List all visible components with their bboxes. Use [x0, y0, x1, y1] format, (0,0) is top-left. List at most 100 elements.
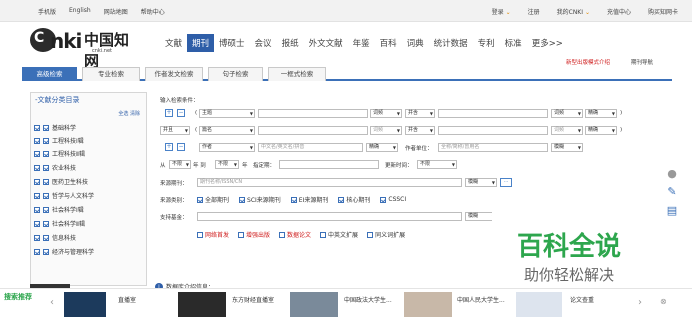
source-match-select[interactable]: 模糊 [465, 178, 497, 187]
author-select[interactable]: 作者 [199, 143, 255, 152]
buy-card-link[interactable]: 购买知网卡 [648, 7, 678, 16]
opt-enhanced[interactable]: 增强出版 [238, 230, 270, 239]
opt-synonym-ext[interactable]: 同义词扩展 [367, 230, 405, 239]
fund-input[interactable] [197, 212, 462, 221]
cat-item[interactable]: 经济与管理科学 [34, 247, 94, 256]
tab-advanced[interactable]: 高级检索 [22, 67, 77, 81]
nav-journal[interactable]: 期刊 [187, 34, 215, 52]
rec-item-3[interactable]: 中国政法大学生... [344, 297, 396, 305]
nav-thesis[interactable]: 博硕士 [214, 34, 250, 52]
cat-item[interactable]: 基础科学 [34, 123, 76, 132]
nav-more[interactable]: 更多>> [527, 34, 568, 52]
cat-item[interactable]: 社会科学Ⅰ辑 [34, 205, 84, 214]
select-clear-links[interactable]: 全选 清除 [118, 110, 140, 117]
opt-ei[interactable]: EI来源期刊 [290, 195, 328, 204]
baike-title: 百科全说 [517, 232, 622, 262]
year-to-select[interactable]: 不限 [215, 160, 239, 169]
keyword-input-2[interactable] [258, 126, 368, 135]
nav-foreign[interactable]: 外文文献 [304, 34, 348, 52]
mobile-link[interactable]: 手机版 [38, 7, 56, 16]
rec-item-1[interactable]: 直播室 [118, 297, 136, 305]
freq-select-2b[interactable]: 词频 [551, 126, 583, 135]
rec-thumb-4[interactable] [404, 292, 452, 317]
tab-one-box[interactable]: 一框式检索 [268, 67, 326, 81]
period-input[interactable] [279, 160, 379, 169]
new-mode-link[interactable]: 新型出版模式介绍 [566, 58, 610, 66]
freq-select-2[interactable]: 词频 [370, 126, 402, 135]
rec-thumb-2[interactable] [178, 292, 226, 317]
login-link[interactable]: 登录 ⌄ [492, 7, 511, 16]
rec-thumb-3[interactable] [290, 292, 338, 317]
rec-item-2[interactable]: 东方财经直播室 [232, 297, 282, 305]
op-select-1[interactable]: 并含 [405, 109, 435, 118]
english-link[interactable]: English [69, 7, 91, 16]
tab-sentence[interactable]: 句子检索 [208, 67, 263, 81]
author-match-select[interactable]: 精确 [366, 143, 398, 152]
close-icon[interactable]: ⊗ [660, 297, 667, 306]
nav-patent[interactable]: 专利 [473, 34, 500, 52]
nav-literature[interactable]: 文献 [160, 34, 187, 52]
nav-statistics[interactable]: 统计数据 [429, 34, 473, 52]
freq-select-1b[interactable]: 词频 [551, 109, 583, 118]
cat-item[interactable]: 信息科技 [34, 233, 76, 242]
opt-data-paper[interactable]: 数据论文 [279, 230, 311, 239]
recharge-link[interactable]: 充值中心 [607, 7, 631, 16]
nav-standard[interactable]: 标准 [500, 34, 527, 52]
cat-item[interactable]: 医药卫生科技 [34, 177, 88, 186]
document-icon[interactable]: ▤ [666, 205, 678, 217]
opt-core[interactable]: 核心期刊 [338, 195, 370, 204]
rec-item-5[interactable]: 论文查重 [570, 297, 594, 305]
my-cnki-link[interactable]: 我的CNKI ⌄ [557, 7, 590, 16]
rec-thumb-5[interactable] [516, 292, 562, 317]
nav-yearbook[interactable]: 年鉴 [348, 34, 375, 52]
freq-select-1[interactable]: 词频 [370, 109, 402, 118]
opt-cssci[interactable]: CSSCI [380, 196, 406, 203]
match-select-1[interactable]: 精确 [585, 109, 617, 118]
rec-item-4[interactable]: 中国人民大学生... [457, 297, 509, 305]
source-journal-input[interactable]: 期刊名称/ISSN/CN [197, 178, 462, 187]
update-time-select[interactable]: 不限 [417, 160, 457, 169]
keyword-input-1[interactable] [258, 109, 368, 118]
nav-encyclopedia[interactable]: 百科 [375, 34, 402, 52]
opt-online-first[interactable]: 网络首发 [197, 230, 229, 239]
cat-item[interactable]: 哲学与人文科学 [34, 191, 94, 200]
tab-author[interactable]: 作者发文检索 [145, 67, 203, 81]
unit-match-select[interactable]: 模糊 [551, 143, 583, 152]
cnki-logo[interactable]: C nki 中国知网 cnki.net [30, 27, 140, 70]
cat-item[interactable]: 农业科技 [34, 163, 76, 172]
add-author-button[interactable]: + [165, 143, 173, 151]
tab-professional[interactable]: 专业检索 [82, 67, 140, 81]
next-arrow-icon[interactable]: › [638, 297, 642, 308]
register-link[interactable]: 注册 [528, 7, 540, 16]
nav-newspaper[interactable]: 报纸 [277, 34, 304, 52]
prev-arrow-icon[interactable]: ‹ [50, 297, 54, 308]
remove-author-button[interactable]: − [177, 143, 185, 151]
edit-icon[interactable]: ✎ [666, 186, 678, 198]
opt-sci[interactable]: SCI来源期刊 [239, 195, 281, 204]
opt-cn-en-ext[interactable]: 中英文扩展 [320, 230, 358, 239]
year-from-select[interactable]: 不限 [169, 160, 191, 169]
cat-item[interactable]: 工程科技Ⅰ辑 [34, 136, 84, 145]
author-input[interactable]: 中文名/英文名/拼音 [258, 143, 363, 152]
field-select-2[interactable]: 篇名 [199, 126, 255, 135]
nav-dictionary[interactable]: 词典 [402, 34, 429, 52]
keyword-input-1b[interactable] [438, 109, 548, 118]
add-row-button[interactable]: + [165, 109, 173, 117]
sitemap-link[interactable]: 网站地图 [104, 7, 128, 16]
journal-picker-button[interactable]: ··· [500, 178, 512, 187]
author-unit-input[interactable]: 全称/简称/曾用名 [438, 143, 548, 152]
opt-all-journals[interactable]: 全部期刊 [197, 195, 229, 204]
nav-conference[interactable]: 会议 [250, 34, 277, 52]
journal-nav-link[interactable]: 期刊导航 [631, 58, 653, 66]
cat-item[interactable]: 工程科技Ⅱ辑 [34, 149, 85, 158]
logic-select-2[interactable]: 并且 [160, 126, 190, 135]
help-link[interactable]: 帮助中心 [141, 7, 165, 16]
op-select-2[interactable]: 并含 [405, 126, 435, 135]
field-select-1[interactable]: 主题 [199, 109, 255, 118]
match-select-2[interactable]: 精确 [585, 126, 617, 135]
cat-item[interactable]: 社会科学Ⅱ辑 [34, 219, 85, 228]
rec-thumb-1[interactable] [64, 292, 106, 317]
keyword-input-2b[interactable] [438, 126, 548, 135]
chat-icon[interactable]: ● [666, 168, 678, 180]
remove-row-button[interactable]: − [177, 109, 185, 117]
